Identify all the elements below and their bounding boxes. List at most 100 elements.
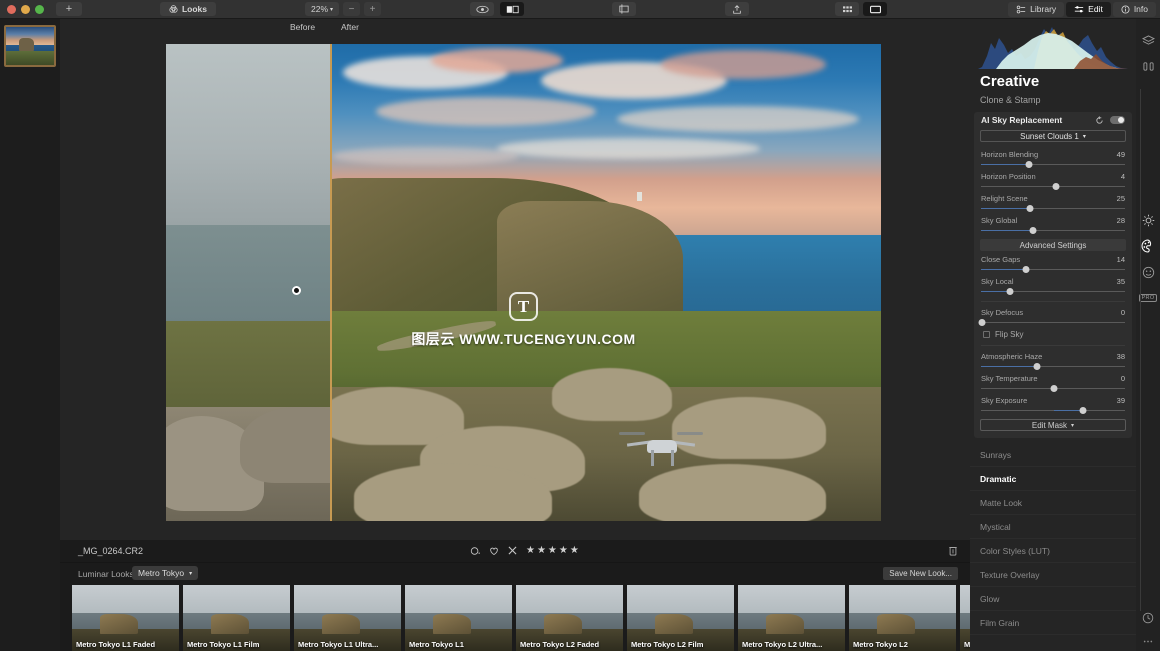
slider-track[interactable] [981,384,1125,393]
cloud [332,147,519,165]
slider-track[interactable] [981,160,1125,169]
slider-knob[interactable] [1051,385,1058,392]
looks-collection-dropdown[interactable]: Metro Tokyo ▾ [132,566,198,580]
sky-selector-dropdown[interactable]: Sunset Clouds 1 ▾ [980,130,1126,142]
slider-sky-temperature[interactable]: Sky Temperature 0 [974,372,1132,394]
crop-button[interactable] [612,2,636,16]
save-new-look-button[interactable]: Save New Look... [883,567,958,580]
tool-sunrays[interactable]: Sunrays [970,443,1136,467]
look-thumbnail[interactable]: Metro Tokyo L2 [849,585,956,651]
photo-preview[interactable]: T 图层云 WWW.TUCENGYUN.COM [166,44,881,521]
slider-knob[interactable] [1052,183,1059,190]
single-view-button[interactable] [863,2,887,16]
slider-track[interactable] [981,318,1125,327]
slider-sky-defocus[interactable]: Sky Defocus 0 [974,306,1132,328]
slider-knob[interactable] [1080,407,1087,414]
trash-icon[interactable] [948,545,958,556]
zoom-in-button[interactable]: + [364,2,381,16]
slider-close-gaps[interactable]: Close Gaps 14 [974,253,1132,275]
tool-glow[interactable]: Glow [970,587,1136,611]
look-thumbnail[interactable]: Metro Tokyo L2 Faded [516,585,623,651]
add-image-button[interactable]: + [56,2,82,16]
color-label-icon[interactable] [470,546,480,556]
clone-stamp-item[interactable]: Clone & Stamp [970,90,1136,112]
slider-knob[interactable] [1034,363,1041,370]
chevron-down-icon: ▾ [189,570,192,577]
edit-mask-button[interactable]: Edit Mask ▾ [980,419,1126,431]
slider-sky-global[interactable]: Sky Global 28 [974,214,1132,236]
star-rating[interactable]: ★★★★★ [526,545,581,556]
look-thumbnail[interactable]: Metro Tokyo L2 Ultra... [738,585,845,651]
looks-thumbnail-strip[interactable]: Metro Tokyo L1 Faded Metro Tokyo L1 Film… [60,585,970,651]
tool-mystical[interactable]: Mystical [970,515,1136,539]
tool-label: Mystical [980,522,1011,532]
slider-relight-scene[interactable]: Relight Scene 25 [974,192,1132,214]
module-toggle[interactable] [1110,116,1125,124]
filmstrip-thumbnail-selected[interactable] [4,25,56,67]
slider-sky-exposure[interactable]: Sky Exposure 39 [974,394,1132,416]
slider-sky-local[interactable]: Sky Local 35 [974,275,1132,297]
look-thumbnail[interactable]: Metro Tokyo L1 Film [183,585,290,651]
slider-value: 28 [1117,216,1125,225]
histogram[interactable] [970,19,1136,71]
tab-edit-label: Edit [1088,4,1103,14]
rail-essentials-button[interactable] [1136,53,1160,79]
look-thumbnail[interactable]: Metro Tokyo L1 Faded [72,585,179,651]
maximize-button[interactable] [35,5,44,14]
compare-toggle-button[interactable] [500,2,524,16]
reject-icon[interactable] [508,546,517,555]
drone-leg [651,450,654,466]
slider-knob[interactable] [1022,266,1029,273]
slider-knob[interactable] [1026,205,1033,212]
tab-info[interactable]: Info [1113,2,1156,17]
export-button[interactable] [725,2,749,16]
reset-icon[interactable] [1095,116,1104,125]
slider-track[interactable] [981,204,1125,213]
look-thumbnail[interactable]: Metro Tok [960,585,970,651]
tool-color-styles-lut[interactable]: Color Styles (LUT) [970,539,1136,563]
tab-library[interactable]: Library [1008,2,1064,17]
slider-knob[interactable] [1006,288,1013,295]
rail-history-button[interactable] [1136,605,1160,631]
slider-track[interactable] [981,362,1125,371]
look-thumbnail[interactable]: Metro Tokyo L1 Ultra... [294,585,401,651]
zoom-level-dropdown[interactable]: 22% ▾ [305,2,339,16]
slider-knob[interactable] [1029,227,1036,234]
before-after-divider[interactable] [330,44,332,521]
edit-icon [1074,5,1084,14]
slider-horizon-position[interactable]: Horizon Position 4 [974,170,1132,192]
look-sky [849,585,956,613]
slider-track[interactable] [981,406,1125,415]
advanced-settings-button[interactable]: Advanced Settings [980,239,1126,251]
tool-matte-look[interactable]: Matte Look [970,491,1136,515]
look-thumbnail[interactable]: Metro Tokyo L1 [405,585,512,651]
preview-toggle-button[interactable] [470,2,494,16]
slider-knob[interactable] [979,319,986,326]
slider-track[interactable] [981,182,1125,191]
flip-sky-checkbox[interactable] [983,331,990,338]
slider-track[interactable] [981,265,1125,274]
slider-track[interactable] [981,226,1125,235]
tool-dramatic[interactable]: Dramatic [970,467,1136,491]
slider-track[interactable] [981,287,1125,296]
image-canvas[interactable]: Before After [60,19,970,540]
tool-texture-overlay[interactable]: Texture Overlay [970,563,1136,587]
heart-icon[interactable] [489,546,499,556]
rail-more-button[interactable] [1136,631,1160,651]
close-button[interactable] [7,5,16,14]
tab-edit[interactable]: Edit [1066,2,1111,17]
zoom-out-button[interactable]: − [343,2,360,16]
look-thumbnail[interactable]: Metro Tokyo L2 Film [627,585,734,651]
tool-film-grain[interactable]: Film Grain [970,611,1136,635]
looks-button[interactable]: Looks [160,2,216,16]
image-filmstrip-sidebar[interactable] [0,19,60,651]
sky-selector-value: Sunset Clouds 1 [1020,132,1079,141]
slider-atmospheric-haze[interactable]: Atmospheric Haze 38 [974,350,1132,372]
rail-layers-button[interactable] [1136,27,1160,53]
before-image-half [166,44,330,521]
flip-sky-checkbox-row[interactable]: Flip Sky [974,328,1132,341]
minimize-button[interactable] [21,5,30,14]
slider-horizon-blending[interactable]: Horizon Blending 49 [974,148,1132,170]
slider-knob[interactable] [1025,161,1032,168]
grid-view-button[interactable] [835,2,859,16]
